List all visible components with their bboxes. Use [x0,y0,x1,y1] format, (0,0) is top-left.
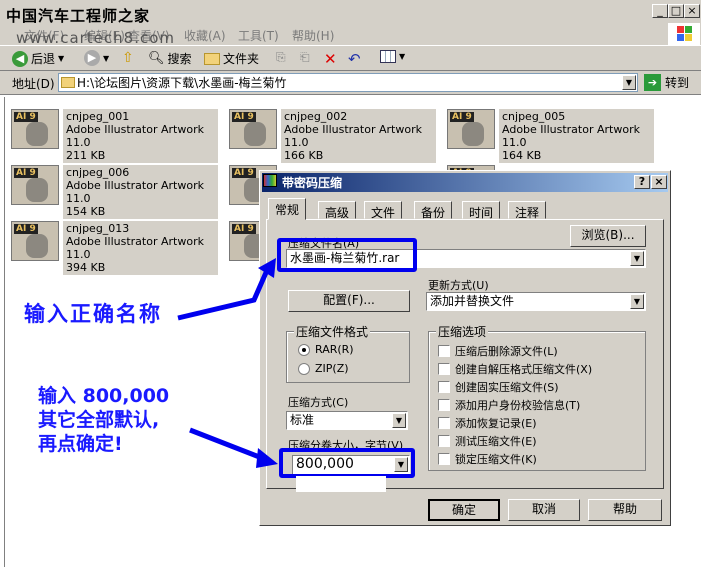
tab-general[interactable]: 常规 [268,198,307,220]
arrow-to-volume-field [189,427,263,461]
annotation-name-note: 输入正确名称 [24,302,162,326]
annotation-line: 再点确定! [38,433,123,455]
annotation-volume-note: 输入 800,000 其它全部默认, 再点确定! [38,384,169,456]
arrow-head [256,448,278,468]
annotation-line: 输入 800,000 [38,385,170,407]
annotation-line: 其它全部默认, [38,409,160,431]
arrow-to-name-field [177,266,271,321]
annotation-arrows [177,258,278,468]
